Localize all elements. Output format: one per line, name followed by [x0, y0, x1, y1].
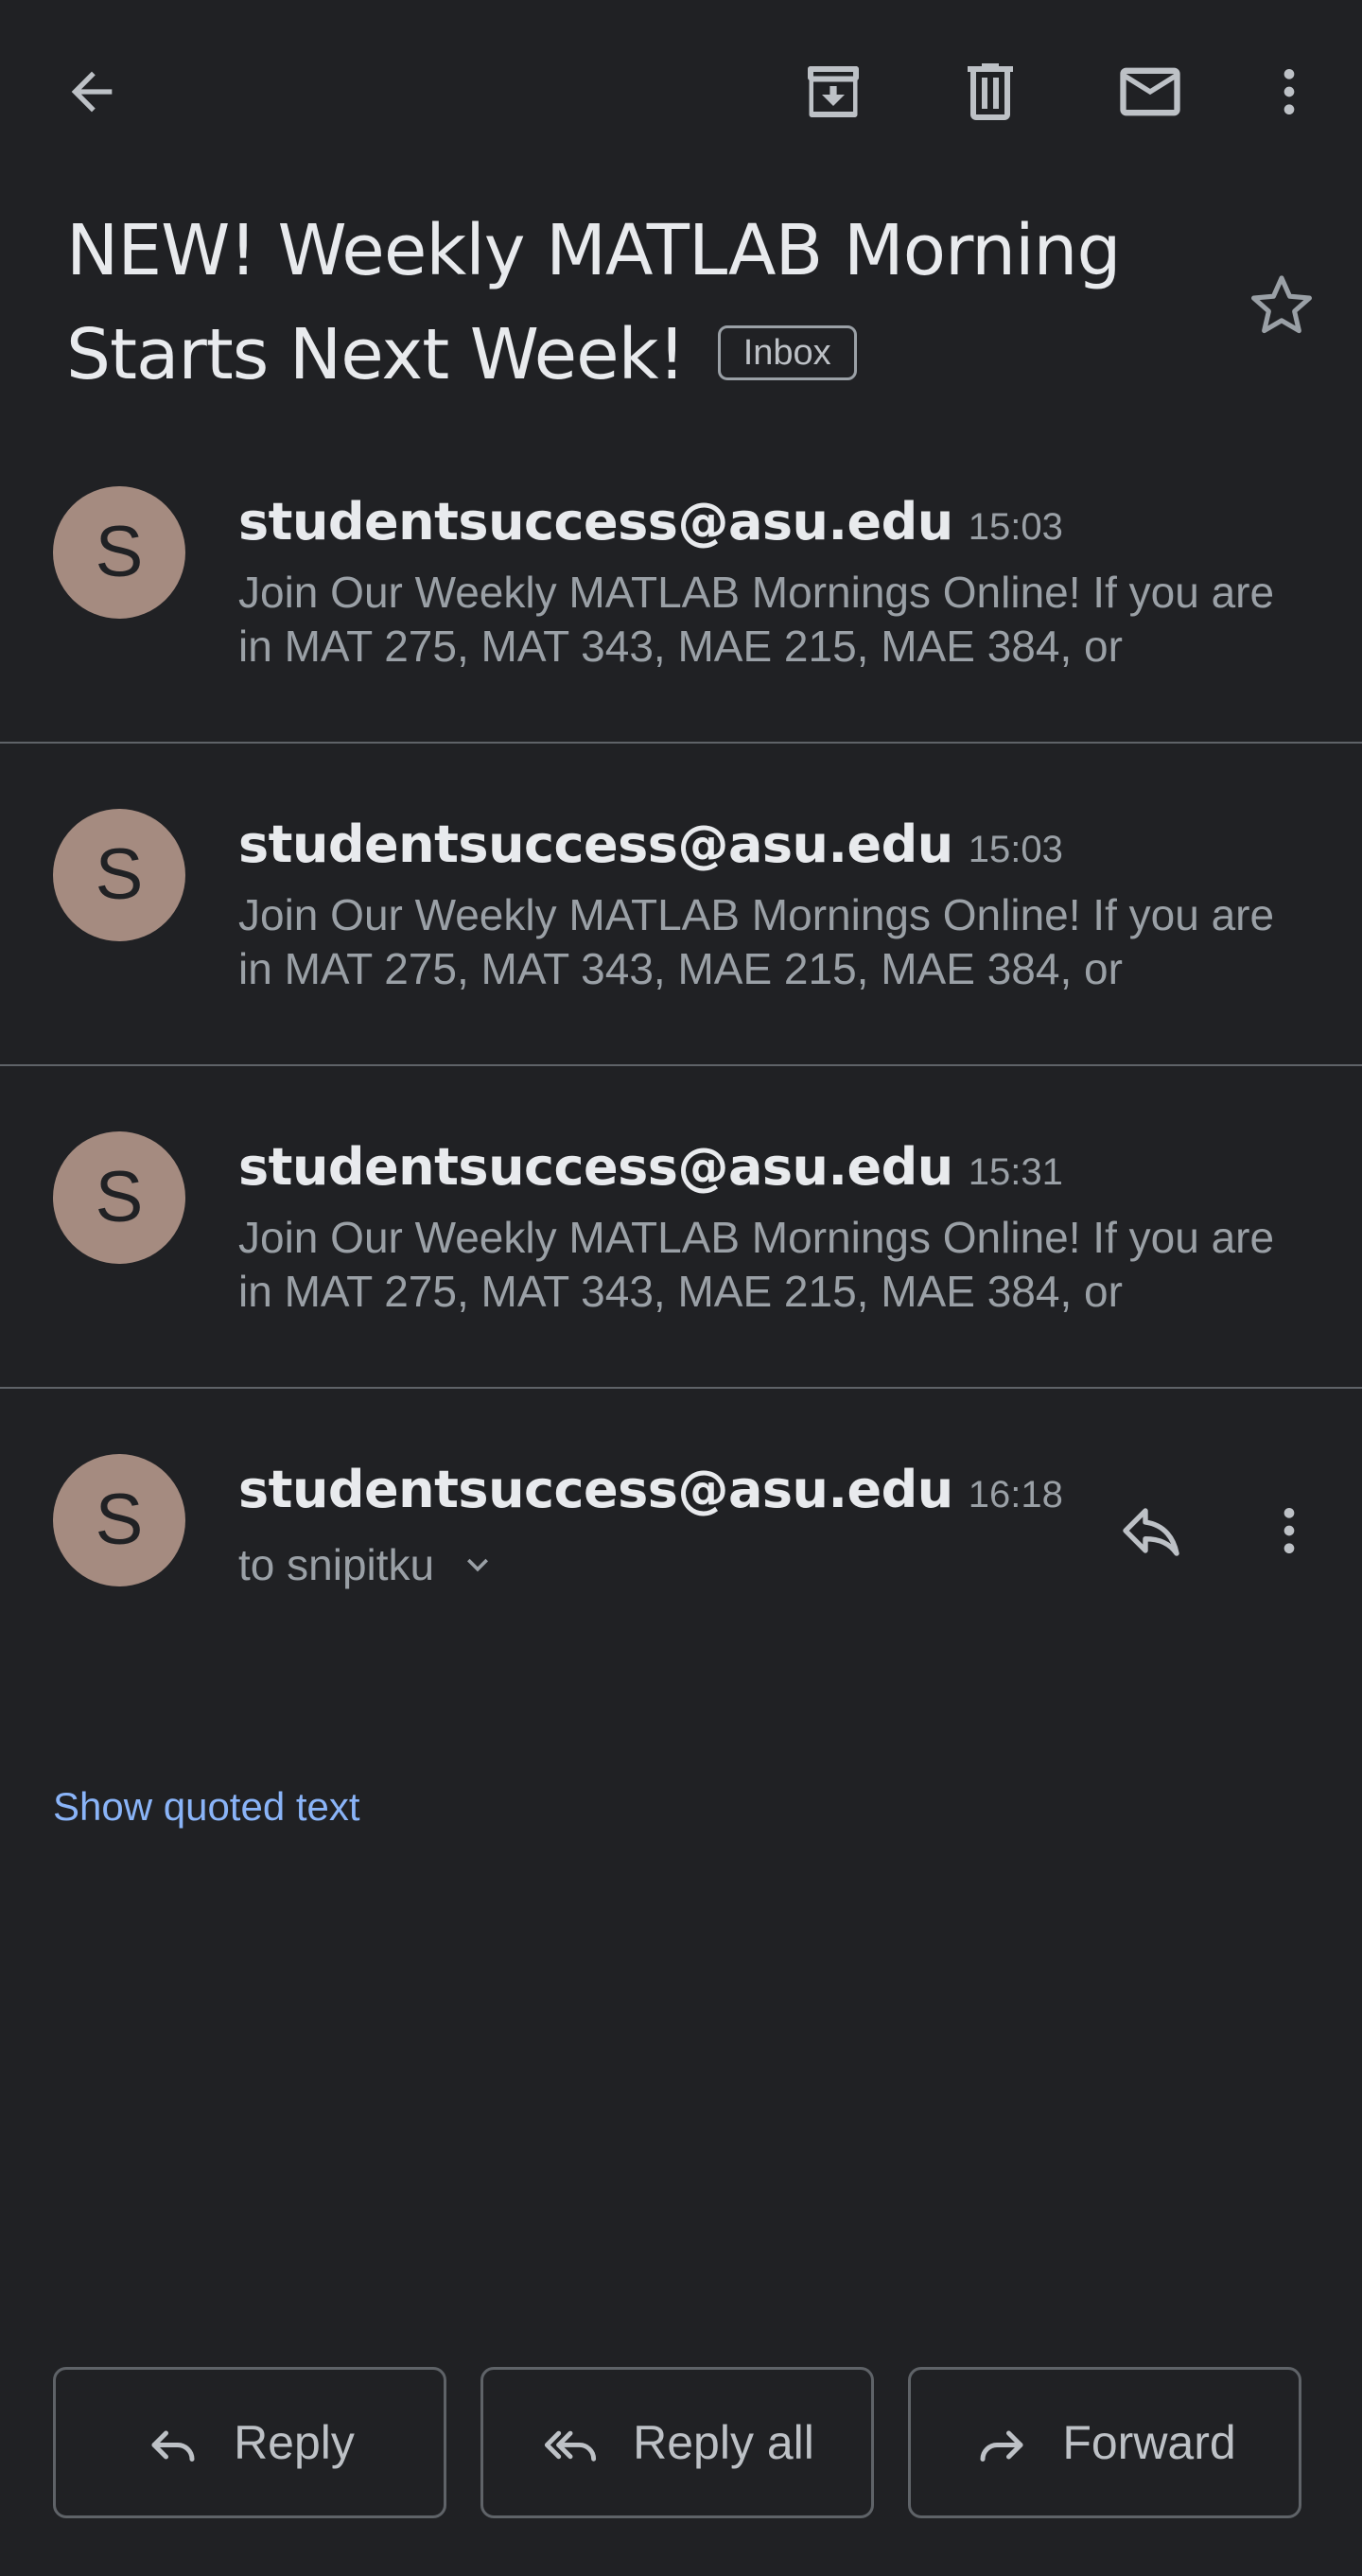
message-snippet: Join Our Weekly MATLAB Mornings Online! … — [238, 568, 1275, 671]
message-time: 15:31 — [968, 1151, 1063, 1193]
recipient-details-toggle[interactable]: to snipitku — [238, 1539, 498, 1590]
recipient-text: to snipitku — [238, 1540, 435, 1589]
more-vert-icon — [1283, 1508, 1295, 1553]
reply-all-icon — [540, 2414, 601, 2471]
forward-icon — [973, 2414, 1030, 2471]
reply-button[interactable]: Reply — [53, 2367, 446, 2518]
reply-icon — [1123, 1508, 1179, 1556]
reply-icon — [145, 2414, 201, 2471]
avatar[interactable]: S — [53, 1454, 185, 1586]
subject-text: NEW! Weekly MATLAB Morning Starts Next W… — [66, 210, 1121, 395]
sender-line: studentsuccess@asu.edu 15:03 — [238, 815, 1063, 874]
reply-label: Reply — [234, 2416, 355, 2469]
collapsed-message[interactable]: S studentsuccess@asu.edu 15:03 Join Our W… — [0, 739, 1362, 1060]
sender-line: studentsuccess@asu.edu 15:31 — [238, 1137, 1063, 1197]
avatar[interactable]: S — [53, 1131, 185, 1264]
archive-icon — [808, 66, 859, 117]
archive-button[interactable] — [781, 40, 885, 144]
message-time: 15:03 — [968, 829, 1063, 870]
sender-name: studentsuccess@asu.edu — [238, 1137, 953, 1197]
arrow-back-icon — [71, 71, 113, 113]
inbox-label-chip[interactable]: Inbox — [717, 325, 857, 381]
message-time: 15:03 — [968, 506, 1063, 548]
more-vert-icon — [1283, 69, 1295, 114]
delete-icon — [968, 63, 1013, 120]
mail-icon — [1120, 67, 1180, 116]
star-button[interactable] — [1230, 254, 1334, 358]
show-quoted-text-link[interactable]: Show quoted text — [53, 1784, 360, 1830]
sender-line: studentsuccess@asu.edu 16:18 — [238, 1460, 1063, 1519]
avatar[interactable]: S — [53, 486, 185, 619]
forward-button[interactable]: Forward — [908, 2367, 1301, 2518]
expanded-message-header[interactable]: S studentsuccess@asu.edu 16:18 to snipitk… — [0, 1384, 1362, 1668]
mark-unread-button[interactable] — [1098, 40, 1202, 144]
reply-all-button[interactable]: Reply all — [480, 2367, 874, 2518]
message-snippet: Join Our Weekly MATLAB Mornings Online! … — [238, 890, 1275, 993]
more-options-button[interactable] — [1237, 40, 1341, 144]
forward-label: Forward — [1062, 2416, 1236, 2469]
collapsed-message[interactable]: S studentsuccess@asu.edu 15:03 Join Our W… — [0, 416, 1362, 738]
email-subject: NEW! Weekly MATLAB Morning Starts Next W… — [66, 199, 1201, 407]
sender-name: studentsuccess@asu.edu — [238, 1460, 953, 1519]
back-button[interactable] — [40, 40, 144, 144]
delete-button[interactable] — [938, 40, 1042, 144]
reply-all-label: Reply all — [633, 2416, 814, 2469]
sender-name: studentsuccess@asu.edu — [238, 815, 953, 874]
sender-name: studentsuccess@asu.edu — [238, 492, 953, 552]
message-time: 16:18 — [968, 1474, 1063, 1516]
collapsed-message[interactable]: S studentsuccess@asu.edu 15:31 Join Our W… — [0, 1061, 1362, 1383]
message-snippet: Join Our Weekly MATLAB Mornings Online! … — [238, 1213, 1275, 1316]
chevron-down-icon — [457, 1544, 498, 1586]
sender-line: studentsuccess@asu.edu 15:03 — [238, 492, 1063, 552]
message-more-button[interactable] — [1237, 1479, 1341, 1583]
star-icon — [1251, 275, 1312, 334]
avatar[interactable]: S — [53, 809, 185, 941]
reply-icon-button[interactable] — [1099, 1479, 1203, 1583]
